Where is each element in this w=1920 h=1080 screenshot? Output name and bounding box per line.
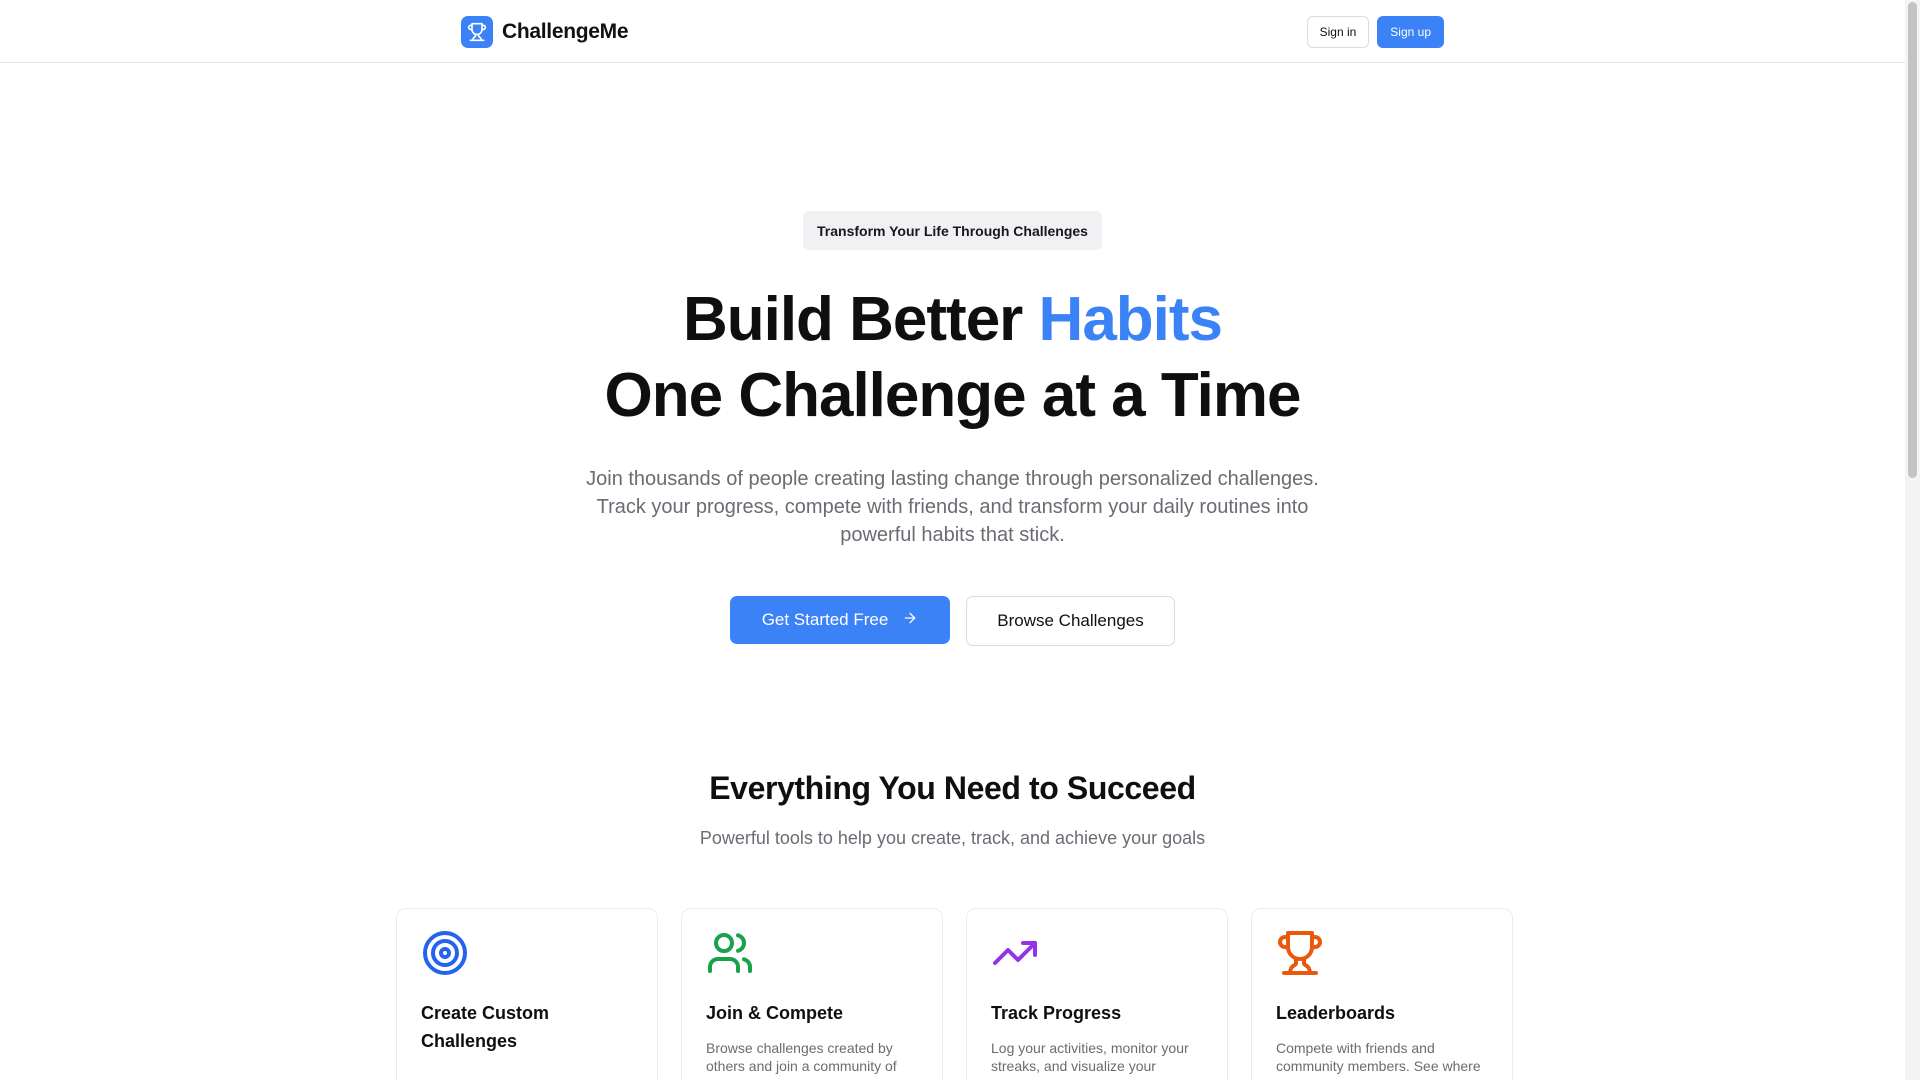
target-icon bbox=[421, 929, 633, 977]
features-subtitle: Powerful tools to help you create, track… bbox=[699, 828, 1206, 848]
users-icon bbox=[706, 929, 918, 977]
feature-card-title: Track Progress bbox=[991, 1003, 1122, 1023]
get-started-label: Get Started Free bbox=[761, 610, 889, 629]
hero-title: Build Better Habits One Challenge at a T… bbox=[0, 282, 1905, 434]
hero-title-accent: Habits bbox=[1038, 285, 1223, 354]
hero-title-prefix: Build Better bbox=[682, 285, 1039, 354]
arrow-right-icon bbox=[902, 610, 918, 631]
hero-badge: Transform Your Life Through Challenges bbox=[803, 211, 1102, 250]
trophy-icon bbox=[461, 16, 493, 48]
feature-card-description: Compete with friends and community membe… bbox=[1276, 1040, 1481, 1074]
sign-up-button[interactable]: Sign up bbox=[1377, 16, 1444, 48]
trophy-icon bbox=[1276, 929, 1488, 977]
auth-buttons: Sign in Sign up bbox=[1306, 16, 1444, 48]
get-started-button[interactable]: Get Started Free bbox=[730, 596, 950, 644]
brand-name: ChallengeMe bbox=[502, 20, 629, 43]
hero-subtitle: Join thousands of people creating lastin… bbox=[586, 468, 1319, 546]
page-scrollbar[interactable] bbox=[1905, 0, 1920, 1080]
feature-cards: Create Custom Challenges Join & Compete … bbox=[396, 908, 1513, 1080]
feature-card-title: Leaderboards bbox=[1276, 1003, 1396, 1023]
site-header: ChallengeMe Sign in Sign up bbox=[0, 0, 1905, 63]
feature-card-join: Join & Compete Browse challenges created… bbox=[681, 908, 943, 1080]
trending-up-icon bbox=[991, 929, 1203, 977]
feature-card-track: Track Progress Log your activities, moni… bbox=[966, 908, 1228, 1080]
features-title: Everything You Need to Succeed bbox=[709, 770, 1196, 806]
feature-card-description: Log your activities, monitor your streak… bbox=[991, 1040, 1189, 1074]
feature-card-title: Join & Compete bbox=[706, 1003, 844, 1023]
scrollbar-thumb[interactable] bbox=[1908, 2, 1917, 478]
feature-card-create: Create Custom Challenges bbox=[396, 908, 658, 1080]
hero-title-line2: One Challenge at a Time bbox=[604, 361, 1302, 430]
browse-challenges-button[interactable]: Browse Challenges bbox=[966, 596, 1175, 646]
brand-logo-link[interactable]: ChallengeMe bbox=[461, 16, 629, 48]
feature-card-leaderboards: Leaderboards Compete with friends and co… bbox=[1251, 908, 1513, 1080]
feature-card-title: Create Custom Challenges bbox=[421, 1003, 550, 1051]
landing-page: ChallengeMe Sign in Sign up Transform Yo… bbox=[0, 0, 1920, 1080]
sign-in-button[interactable]: Sign in bbox=[1306, 16, 1370, 48]
feature-card-description: Browse challenges created by others and … bbox=[706, 1040, 897, 1074]
hero-cta-row: Get Started Free Browse Challenges bbox=[730, 596, 1175, 646]
